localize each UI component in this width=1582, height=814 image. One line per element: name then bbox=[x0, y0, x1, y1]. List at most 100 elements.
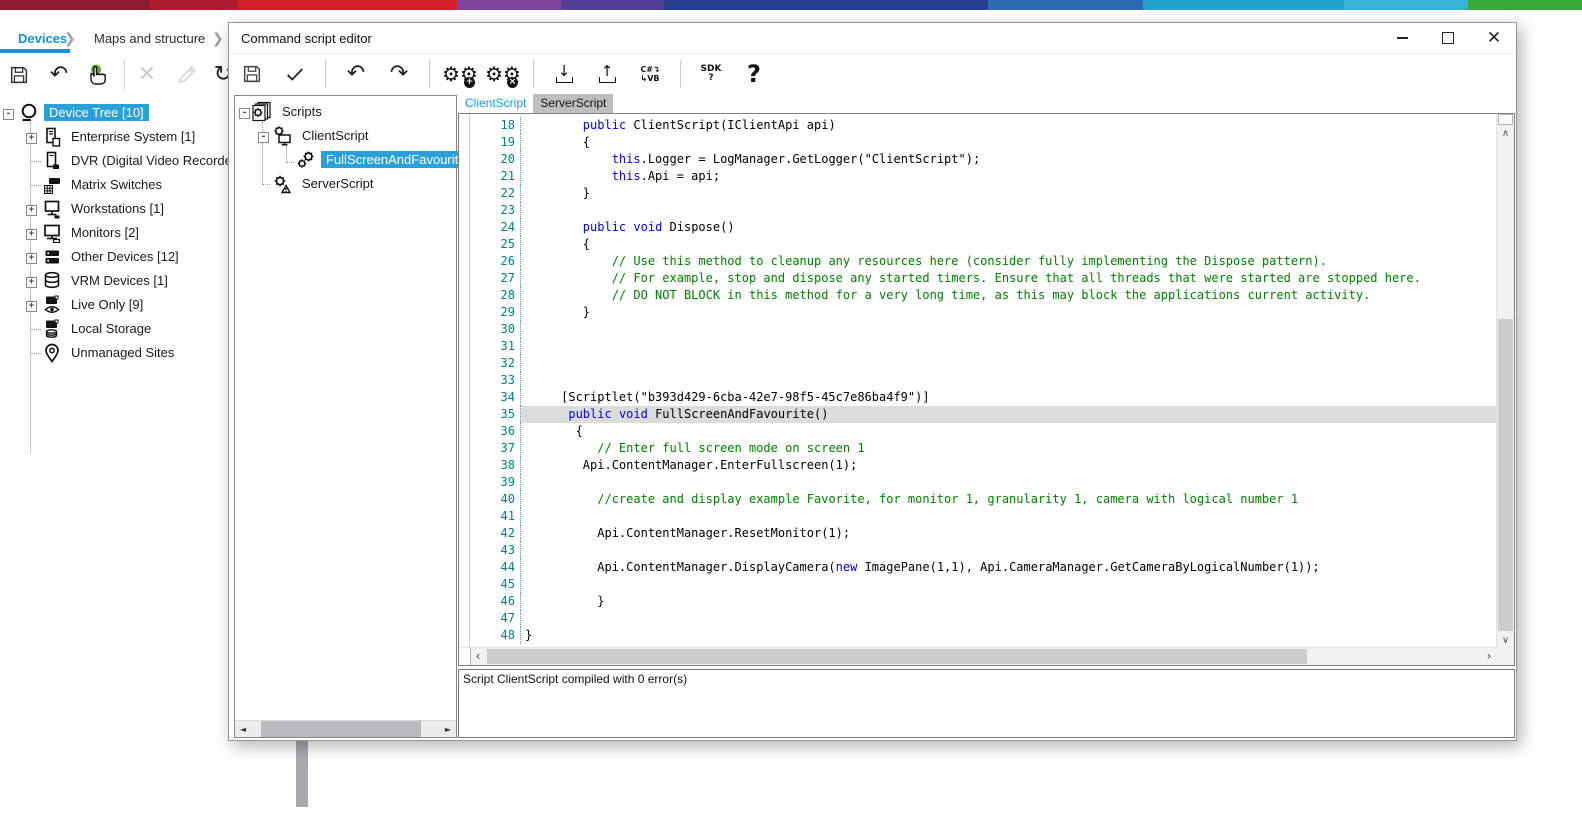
code-line-29[interactable]: 29 } bbox=[470, 304, 1497, 321]
tree-row-serverscript[interactable]: ServerScript bbox=[235, 172, 456, 196]
expand-expander[interactable]: + bbox=[26, 253, 37, 264]
code-line-28[interactable]: 28 // DO NOT BLOCK in this method for a … bbox=[470, 287, 1497, 304]
collapse-expander[interactable]: - bbox=[258, 132, 269, 143]
code-line-30[interactable]: 30 bbox=[470, 321, 1497, 338]
scroll-right-arrow-icon[interactable]: › bbox=[1481, 648, 1497, 665]
code-line-45[interactable]: 45 bbox=[470, 576, 1497, 593]
code-line-25[interactable]: 25 { bbox=[470, 236, 1497, 253]
code-line-32[interactable]: 32 bbox=[470, 355, 1497, 372]
scrollbar-thumb[interactable] bbox=[1498, 319, 1513, 631]
tab-maps-and-structure[interactable]: Maps and structure bbox=[94, 31, 205, 46]
scroll-up-arrow-icon[interactable]: ∧ bbox=[1497, 126, 1514, 141]
pane-splitter-bar[interactable] bbox=[296, 741, 308, 807]
tree-label[interactable]: ClientScript bbox=[297, 127, 373, 144]
tree-label[interactable]: Workstations [1] bbox=[66, 200, 169, 217]
editor-vertical-scrollbar[interactable]: ∧ ∨ bbox=[1496, 114, 1514, 648]
editor-horizontal-scrollbar[interactable]: ‹ › bbox=[459, 647, 1497, 665]
export-script-button[interactable]: ↑ bbox=[594, 61, 620, 87]
code-lines[interactable]: 18 public ClientScript(IClientApi api)19… bbox=[470, 117, 1497, 644]
tab-devices[interactable]: Devices bbox=[18, 31, 67, 46]
code-line-27[interactable]: 27 // For example, stop and dispose any … bbox=[470, 270, 1497, 287]
code-line-33[interactable]: 33 bbox=[470, 372, 1497, 389]
code-editor[interactable]: 18 public ClientScript(IClientApi api)19… bbox=[458, 113, 1515, 666]
tab-clientscript[interactable]: ClientScript bbox=[458, 94, 533, 113]
scroll-right-arrow-icon[interactable]: ► bbox=[440, 721, 456, 737]
minimize-button[interactable] bbox=[1394, 30, 1410, 46]
tree-label[interactable]: Device Tree [10] bbox=[44, 104, 149, 121]
code-line-22[interactable]: 22 } bbox=[470, 185, 1497, 202]
code-line-47[interactable]: 47 bbox=[470, 610, 1497, 627]
undo-button[interactable]: ↶ bbox=[343, 61, 369, 87]
scrollbar-thumb[interactable] bbox=[487, 649, 1307, 664]
expand-expander[interactable]: + bbox=[26, 205, 37, 216]
tree-row-dvr[interactable]: DVR (Digital Video Recorder) bbox=[0, 149, 228, 173]
tree-row-other-devices[interactable]: + Other Devices [12] bbox=[0, 245, 228, 269]
tree-row-workstations[interactable]: + Workstations [1] bbox=[0, 197, 228, 221]
code-line-18[interactable]: 18 public ClientScript(IClientApi api) bbox=[470, 117, 1497, 134]
tree-label[interactable]: FullScreenAndFavourite bbox=[321, 151, 470, 168]
maximize-button[interactable] bbox=[1440, 30, 1456, 46]
collapse-expander[interactable]: - bbox=[239, 108, 250, 119]
sdk-help-button[interactable]: SDK? bbox=[698, 61, 724, 87]
tree-row-matrix-switches[interactable]: Matrix Switches bbox=[0, 173, 228, 197]
tree-label[interactable]: Matrix Switches bbox=[66, 176, 167, 193]
tree-label[interactable]: ServerScript bbox=[297, 175, 379, 192]
code-line-19[interactable]: 19 { bbox=[470, 134, 1497, 151]
undo-button[interactable]: ↶ bbox=[46, 62, 72, 88]
tree-label[interactable]: Scripts bbox=[277, 103, 327, 120]
code-line-44[interactable]: 44 Api.ContentManager.DisplayCamera(new … bbox=[470, 559, 1497, 576]
tree-label[interactable]: VRM Devices [1] bbox=[66, 272, 173, 289]
expand-expander[interactable]: + bbox=[26, 301, 37, 312]
tree-label[interactable]: Enterprise System [1] bbox=[66, 128, 200, 145]
close-button[interactable]: ✕ bbox=[1486, 30, 1502, 46]
tree-label[interactable]: DVR (Digital Video Recorder) bbox=[66, 152, 246, 169]
code-line-40[interactable]: 40 //create and display example Favorite… bbox=[470, 491, 1497, 508]
activate-changes-button[interactable] bbox=[86, 62, 112, 88]
code-line-38[interactable]: 38 Api.ContentManager.EnterFullscreen(1)… bbox=[470, 457, 1497, 474]
tree-row-enterprise-system[interactable]: + Enterprise System [1] bbox=[0, 125, 228, 149]
save-button[interactable] bbox=[6, 62, 32, 88]
code-line-24[interactable]: 24 public void Dispose() bbox=[470, 219, 1497, 236]
tree-row-unmanaged-sites[interactable]: Unmanaged Sites bbox=[0, 341, 228, 365]
expand-expander[interactable]: + bbox=[26, 229, 37, 240]
code-line-23[interactable]: 23 bbox=[470, 202, 1497, 219]
dialog-titlebar[interactable]: Command script editor ✕ bbox=[229, 23, 1516, 54]
tree-row-clientscript[interactable]: - ClientScript bbox=[235, 124, 456, 148]
delete-scriptlet-button[interactable]: ⚙⚙× bbox=[490, 61, 516, 87]
code-line-41[interactable]: 41 bbox=[470, 508, 1497, 525]
code-line-36[interactable]: 36 { bbox=[470, 423, 1497, 440]
code-line-39[interactable]: 39 bbox=[470, 474, 1497, 491]
tree-row-device-tree[interactable]: - Device Tree [10] bbox=[0, 101, 228, 125]
code-line-26[interactable]: 26 // Use this method to cleanup any res… bbox=[470, 253, 1497, 270]
tree-row-scripts[interactable]: - Scripts bbox=[235, 100, 456, 124]
tree-label[interactable]: Live Only [9] bbox=[66, 296, 148, 313]
scroll-left-arrow-icon[interactable]: ◄ bbox=[235, 721, 251, 737]
code-line-48[interactable]: 48} bbox=[470, 627, 1497, 644]
save-script-button[interactable] bbox=[239, 61, 265, 87]
code-line-35[interactable]: 35 public void FullScreenAndFavourite() bbox=[470, 406, 1497, 423]
tree-row-monitors[interactable]: + Monitors [2] bbox=[0, 221, 228, 245]
tree-label[interactable]: Local Storage bbox=[66, 320, 156, 337]
scroll-down-arrow-icon[interactable]: ∨ bbox=[1497, 633, 1514, 648]
code-line-46[interactable]: 46 } bbox=[470, 593, 1497, 610]
scroll-left-arrow-icon[interactable]: ‹ bbox=[470, 648, 486, 665]
expand-expander[interactable]: + bbox=[26, 133, 37, 144]
code-line-42[interactable]: 42 Api.ContentManager.ResetMonitor(1); bbox=[470, 525, 1497, 542]
code-line-37[interactable]: 37 // Enter full screen mode on screen 1 bbox=[470, 440, 1497, 457]
help-button[interactable]: ? bbox=[741, 61, 767, 87]
convert-csharp-vb-button[interactable]: C#↴↳VB bbox=[637, 61, 663, 87]
tree-label[interactable]: Monitors [2] bbox=[66, 224, 144, 241]
tree-row-local-storage[interactable]: Local Storage bbox=[0, 317, 228, 341]
tree-label[interactable]: Other Devices [12] bbox=[66, 248, 184, 265]
tree-label[interactable]: Unmanaged Sites bbox=[66, 344, 179, 361]
tree-row-live-only[interactable]: + Live Only [9] bbox=[0, 293, 228, 317]
tree-row-vrm-devices[interactable]: + VRM Devices [1] bbox=[0, 269, 228, 293]
code-line-31[interactable]: 31 bbox=[470, 338, 1497, 355]
tree-row-fullscreenandfavourite[interactable]: FullScreenAndFavourite bbox=[235, 148, 456, 172]
scrollbar-thumb[interactable] bbox=[261, 721, 421, 737]
splitter-handle[interactable] bbox=[1498, 114, 1513, 125]
add-scriptlet-button[interactable]: ⚙⚙+ bbox=[447, 61, 473, 87]
redo-button[interactable]: ↷ bbox=[386, 61, 412, 87]
code-line-20[interactable]: 20 this.Logger = LogManager.GetLogger("C… bbox=[470, 151, 1497, 168]
code-line-21[interactable]: 21 this.Api = api; bbox=[470, 168, 1497, 185]
